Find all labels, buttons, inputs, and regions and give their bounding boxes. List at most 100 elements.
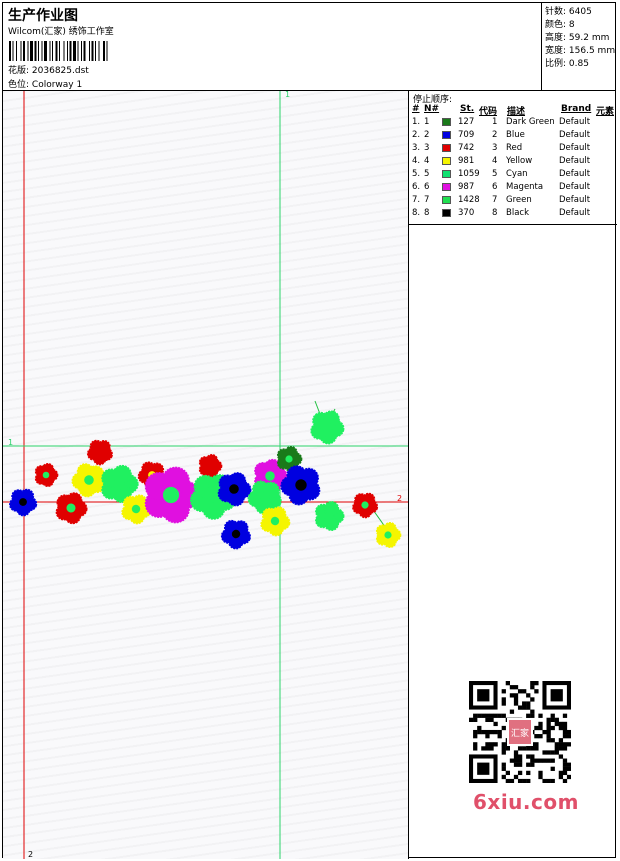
embroidered-flower — [9, 488, 38, 517]
stat-colors: 颜色: 8 — [545, 20, 575, 30]
table-row: 7. 7 1428 7 Green Default — [409, 194, 617, 207]
col-brand: Brand — [561, 104, 592, 114]
row-desc: Dark Green — [506, 117, 555, 127]
table-row: 5. 5 1059 5 Cyan Default — [409, 168, 617, 181]
table-row: 3. 3 742 3 Red Default — [409, 142, 617, 155]
row-no: 7 — [424, 195, 430, 205]
table-row: 8. 8 370 8 Black Default — [409, 207, 617, 220]
row-code: 7 — [492, 195, 498, 205]
row-code: 1 — [492, 117, 498, 127]
guide-label-h2: 2 — [397, 494, 402, 503]
row-code: 2 — [492, 130, 498, 140]
row-stitches: 742 — [458, 143, 475, 153]
qr-code: 汇家 — [469, 681, 571, 783]
embroidered-flower — [310, 410, 345, 445]
row-no: 2 — [424, 130, 430, 140]
row-code: 6 — [492, 182, 498, 192]
row-stitches: 1059 — [458, 169, 480, 179]
row-hash: 1. — [412, 117, 421, 127]
row-desc: Red — [506, 143, 523, 153]
col-stitches: St. — [460, 104, 475, 114]
guide-label-v2: 2 — [28, 850, 33, 859]
row-desc: Cyan — [506, 169, 528, 179]
row-code: 5 — [492, 169, 498, 179]
row-desc: Blue — [506, 130, 525, 140]
stat-scale: 比例: 0.85 — [545, 59, 589, 69]
color-swatch — [442, 131, 451, 139]
qr-seal-text: 汇家 — [511, 727, 529, 739]
colorway-label: 色位: — [8, 80, 30, 90]
embroidered-flower — [315, 500, 345, 532]
row-brand: Default — [559, 117, 591, 127]
row-hash: 6. — [412, 182, 421, 192]
embroidered-flower — [55, 492, 88, 525]
col-hash: # — [412, 104, 420, 114]
color-swatch — [442, 183, 451, 191]
barcode — [9, 41, 108, 61]
embroidery-flowers — [9, 400, 402, 550]
row-stitches: 709 — [458, 130, 475, 140]
stat-height: 高度: 59.2 mm — [545, 33, 610, 43]
row-no: 5 — [424, 169, 430, 179]
guide-label-h1: 1 — [8, 438, 13, 447]
stat-width: 宽度: 156.5 mm — [545, 46, 616, 56]
embroidered-flower — [34, 462, 59, 488]
row-no: 4 — [424, 156, 430, 166]
embroidered-flower — [86, 439, 113, 466]
row-desc: Green — [506, 195, 532, 205]
row-no: 3 — [424, 143, 430, 153]
design-preview: 1 1 2 2 — [3, 91, 409, 859]
sheet-title: 生产作业图 — [8, 8, 78, 24]
table-row: 4. 4 981 4 Yellow Default — [409, 155, 617, 168]
row-hash: 7. — [412, 195, 421, 205]
design-line: 花版: 2036825.dst — [8, 63, 89, 76]
row-hash: 4. — [412, 156, 421, 166]
color-swatch — [442, 144, 451, 152]
panel-divider — [409, 224, 617, 225]
row-hash: 3. — [412, 143, 421, 153]
row-stitches: 370 — [458, 208, 475, 218]
row-no: 8 — [424, 208, 430, 218]
row-stitches: 987 — [458, 182, 475, 192]
embroidered-flower — [220, 519, 251, 550]
design-label: 花版: — [8, 66, 30, 76]
color-swatch — [442, 209, 451, 217]
row-hash: 2. — [412, 130, 421, 140]
color-swatch — [442, 118, 451, 126]
row-brand: Default — [559, 169, 591, 179]
table-row: 2. 2 709 2 Blue Default — [409, 129, 617, 142]
design-svg: 1 1 2 2 — [3, 91, 408, 859]
row-no: 1 — [424, 117, 430, 127]
row-no: 6 — [424, 182, 430, 192]
design-name: 2036825.dst — [31, 66, 89, 76]
row-brand: Default — [559, 182, 591, 192]
design-stats: 针数: 6405 颜色: 8 高度: 59.2 mm 宽度: 156.5 mm … — [541, 3, 617, 91]
row-brand: Default — [559, 156, 591, 166]
guide-label-v1: 1 — [285, 91, 290, 99]
row-brand: Default — [559, 195, 591, 205]
row-brand: Default — [559, 208, 591, 218]
row-stitches: 1428 — [458, 195, 480, 205]
color-swatch — [442, 196, 451, 204]
embroidered-flower — [375, 521, 402, 549]
row-code: 4 — [492, 156, 498, 166]
table-row: 1. 1 127 1 Dark Green Default — [409, 116, 617, 129]
row-hash: 5. — [412, 169, 421, 179]
row-desc: Yellow — [506, 156, 533, 166]
col-no: N# — [424, 104, 440, 114]
software-name: Wilcom(汇家) 绣饰工作室 — [8, 27, 114, 37]
row-desc: Black — [506, 208, 529, 218]
row-brand: Default — [559, 130, 591, 140]
row-code: 3 — [492, 143, 498, 153]
row-hash: 8. — [412, 208, 421, 218]
table-row: 6. 6 987 6 Magenta Default — [409, 181, 617, 194]
stat-stitches: 针数: 6405 — [545, 7, 592, 17]
row-brand: Default — [559, 143, 591, 153]
row-stitches: 981 — [458, 156, 475, 166]
row-stitches: 127 — [458, 117, 475, 127]
colorway-name: Colorway 1 — [31, 80, 83, 90]
row-code: 8 — [492, 208, 498, 218]
watermark-logo: 6xiu.com — [473, 790, 579, 814]
embroidered-flower — [352, 492, 379, 519]
color-swatch — [442, 157, 451, 165]
